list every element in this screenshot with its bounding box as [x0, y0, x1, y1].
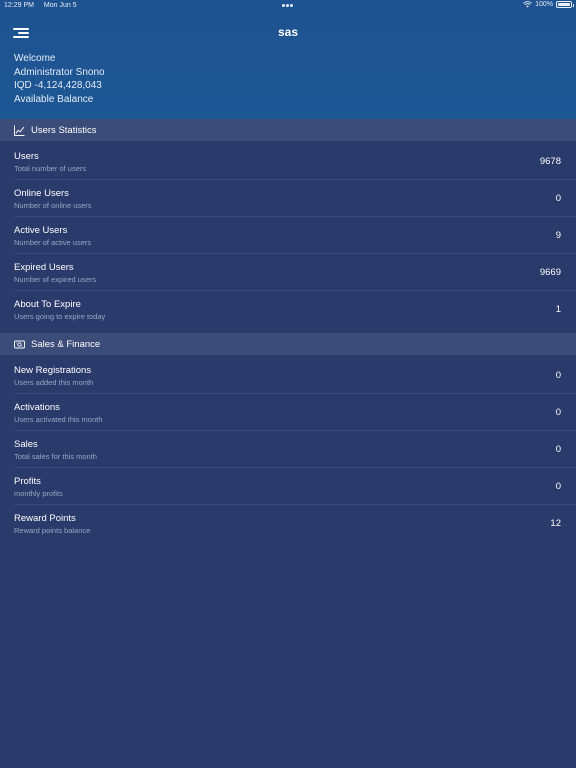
- multitasking-dots-icon[interactable]: [282, 2, 296, 8]
- row-subtitle: Number of active users: [14, 238, 92, 247]
- stat-row-activations[interactable]: Activations Users activated this month 0: [0, 394, 576, 431]
- status-left: 12:29 PM Mon Jun 5: [4, 2, 85, 9]
- row-subtitle: Total sales for this month: [14, 452, 97, 461]
- row-value: 9669: [539, 267, 561, 278]
- battery-icon: [556, 1, 574, 8]
- section-sales-finance: Sales & Finance: [0, 333, 576, 355]
- row-value: 0: [555, 193, 561, 204]
- row-title: Users: [14, 151, 39, 162]
- welcome-block: Welcome Administrator Snono IQD -4,124,4…: [14, 52, 105, 106]
- row-subtitle: Number of expired users: [14, 275, 97, 284]
- stat-row-new-registrations[interactable]: New Registrations Users added this month…: [0, 357, 576, 394]
- status-right: 100%: [523, 1, 574, 8]
- row-subtitle: Users going to expire today: [14, 312, 106, 321]
- status-bar: 12:29 PM Mon Jun 5 100%: [0, 0, 576, 12]
- row-value: 0: [555, 370, 561, 381]
- battery-percent: 100%: [535, 1, 553, 8]
- row-value: 1: [555, 304, 561, 315]
- row-value: 12: [550, 518, 561, 529]
- row-value: 0: [555, 407, 561, 418]
- row-title: Active Users: [14, 225, 68, 236]
- user-name: Administrator Snono: [14, 66, 105, 78]
- row-title: Activations: [14, 402, 60, 413]
- stat-row-about-to-expire[interactable]: About To Expire Users going to expire to…: [0, 291, 576, 328]
- row-subtitle: Total number of users: [14, 164, 87, 173]
- row-subtitle: Users activated this month: [14, 415, 103, 424]
- row-subtitle: Reward points balance: [14, 526, 91, 535]
- header: 12:29 PM Mon Jun 5 100% sas Welcome Admi…: [0, 0, 576, 119]
- row-value: 0: [555, 481, 561, 492]
- line-chart-icon: [14, 125, 25, 136]
- row-title: Sales: [14, 439, 38, 450]
- section-title: Sales & Finance: [31, 338, 101, 350]
- row-title: Online Users: [14, 188, 69, 199]
- section-title: Users Statistics: [31, 124, 97, 136]
- row-value: 9: [555, 230, 561, 241]
- status-date: Mon Jun 5: [43, 2, 77, 9]
- status-time: 12:29 PM: [4, 2, 34, 9]
- stat-row-reward-points[interactable]: Reward Points Reward points balance 12: [0, 505, 576, 542]
- stat-row-users[interactable]: Users Total number of users 9678: [0, 143, 576, 180]
- row-title: Profits: [14, 476, 41, 487]
- row-title: About To Expire: [14, 299, 81, 310]
- stat-row-active-users[interactable]: Active Users Number of active users 9: [0, 217, 576, 254]
- section-users-statistics: Users Statistics: [0, 119, 576, 141]
- row-subtitle: Number of online users: [14, 201, 92, 210]
- welcome-text: Welcome: [14, 53, 56, 64]
- balance-label: Available Balance: [14, 93, 94, 105]
- stat-row-online-users[interactable]: Online Users Number of online users 0: [0, 180, 576, 217]
- row-value: 9678: [539, 156, 561, 167]
- stat-row-profits[interactable]: Profits monthly profits 0: [0, 468, 576, 505]
- stat-row-expired-users[interactable]: Expired Users Number of expired users 96…: [0, 254, 576, 291]
- row-title: Expired Users: [14, 262, 74, 273]
- app-title: sas: [277, 25, 299, 39]
- row-subtitle: Users added this month: [14, 378, 94, 387]
- row-title: New Registrations: [14, 365, 92, 376]
- money-icon: [14, 340, 25, 348]
- row-subtitle: monthly profits: [14, 489, 63, 498]
- row-value: 0: [555, 444, 561, 455]
- balance-amount: IQD -4,124,428,043: [14, 80, 102, 91]
- wifi-icon: [523, 1, 532, 8]
- stat-row-sales[interactable]: Sales Total sales for this month 0: [0, 431, 576, 468]
- row-title: Reward Points: [14, 513, 76, 524]
